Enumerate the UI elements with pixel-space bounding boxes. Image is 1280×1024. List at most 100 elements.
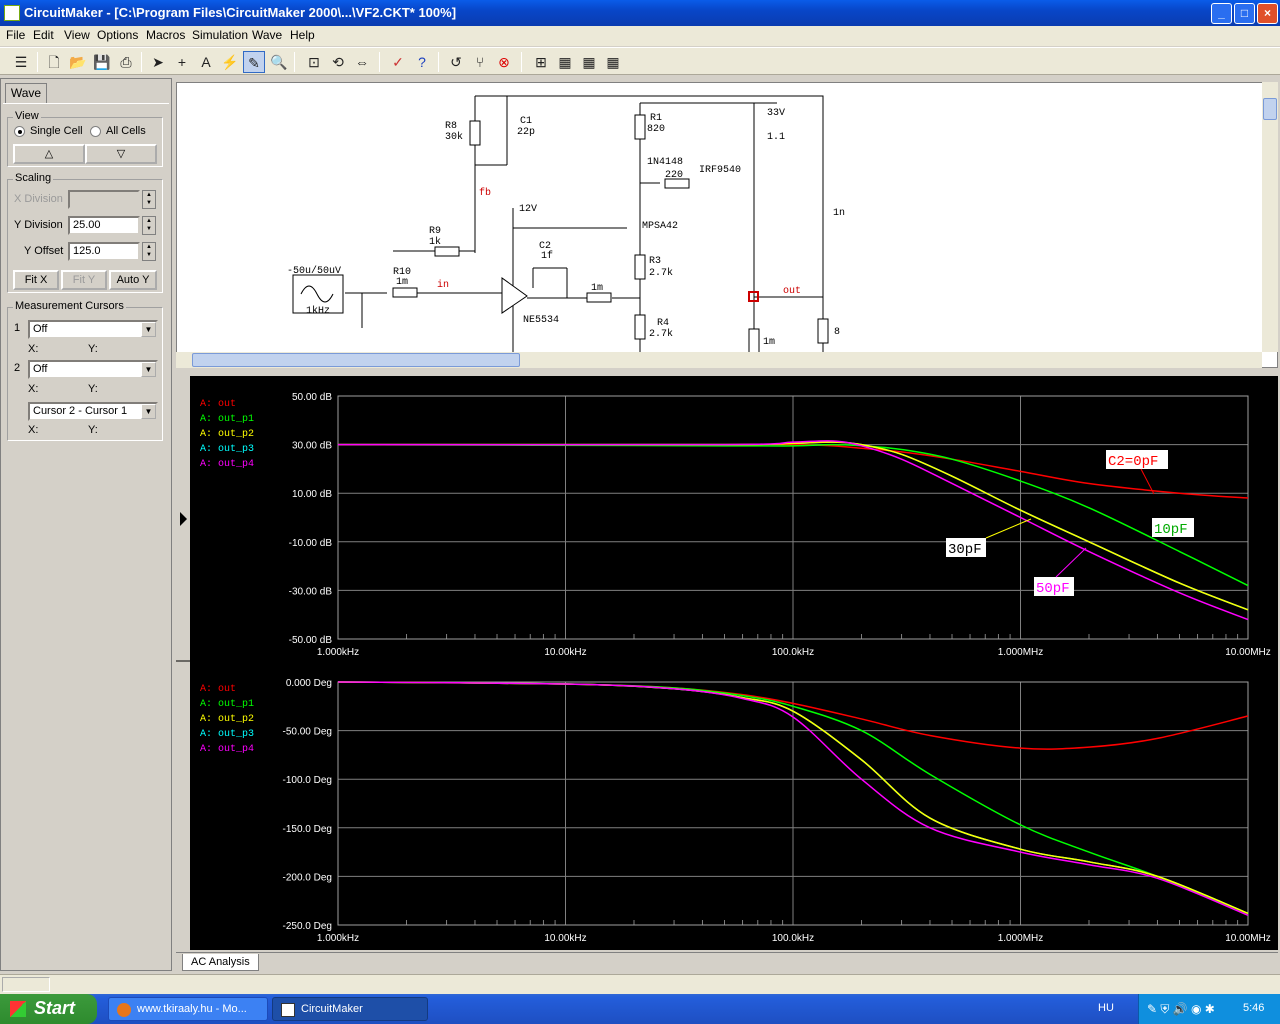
arrow-icon[interactable]: ➤ <box>147 51 169 73</box>
taskbar: Start www.tkiraaly.hu - Mo... CircuitMak… <box>0 994 1280 1024</box>
analysis-icon-2[interactable]: ▦ <box>554 51 576 73</box>
magnitude-y-tick: -30.00 dB <box>289 586 333 597</box>
tab-wave[interactable]: Wave <box>5 83 47 103</box>
menu-view[interactable]: View <box>64 28 90 42</box>
view-group-title: View <box>13 110 41 122</box>
probe-tool-icon[interactable]: ✎ <box>243 51 265 73</box>
menu-macros[interactable]: Macros <box>146 28 185 42</box>
cursor-diff-select[interactable]: Cursor 2 - Cursor 1 ▼ <box>28 402 158 421</box>
cursor2-value: Off <box>33 363 48 375</box>
magnitude-y-tick: -10.00 dB <box>289 538 333 549</box>
help-icon[interactable]: ? <box>411 51 433 73</box>
magnitude-x-tick: 1.000kHz <box>317 647 359 658</box>
task-circuitmaker[interactable]: CircuitMaker <box>272 997 428 1021</box>
label-220: 220 <box>665 170 683 181</box>
cursor1-value: Off <box>33 323 48 335</box>
y-offset-label: Y Offset <box>24 245 64 257</box>
cursor1-y-label: Y: <box>88 343 98 355</box>
toggle-icon[interactable]: ☰ <box>10 51 32 73</box>
all-cells-label: All Cells <box>106 125 146 137</box>
label-1n: 1n <box>833 208 845 219</box>
phase-x-tick: 10.00kHz <box>544 933 586 944</box>
annotation-30pf: 30pF <box>948 542 982 558</box>
check-icon[interactable]: ✓ <box>387 51 409 73</box>
new-icon[interactable]: 🗋 <box>43 51 65 73</box>
plot-splitter[interactable] <box>176 376 190 950</box>
analysis-icon-4[interactable]: ▦ <box>602 51 624 73</box>
tray-icons[interactable]: ✎ ⛨ 🔊 ◉ ✱ <box>1147 1002 1215 1017</box>
save-icon[interactable]: 💾 <box>91 51 113 73</box>
open-icon[interactable]: 📂 <box>67 51 89 73</box>
minimize-button[interactable]: _ <box>1211 3 1232 24</box>
menu-simulation[interactable]: Simulation <box>192 28 248 42</box>
waveform-area[interactable]: 50.00 dB 30.00 dB 10.00 dB -10.00 dB -30.00 … <box>176 376 1278 950</box>
app-icon <box>4 5 20 21</box>
tab-ac-analysis[interactable]: AC Analysis <box>182 954 259 971</box>
task-browser[interactable]: www.tkiraaly.hu - Mo... <box>108 997 268 1021</box>
legend-out: A: out <box>200 399 236 410</box>
view-up-button[interactable]: △ <box>13 144 85 164</box>
y-offset-spinner[interactable]: ▲ ▼ <box>142 242 156 261</box>
stop-icon[interactable]: ⊗ <box>493 51 515 73</box>
zoom-icon[interactable]: 🔍 <box>268 51 290 73</box>
menu-options[interactable]: Options <box>97 28 138 42</box>
menu-bar: File Edit View Options Macros Simulation… <box>0 26 1280 46</box>
waveform-svg: 50.00 dB 30.00 dB 10.00 dB -10.00 dB -30.00 … <box>176 376 1271 950</box>
all-cells-radio[interactable] <box>90 126 101 137</box>
label-r9-val: 1k <box>429 236 441 248</box>
view-down-button[interactable]: ▽ <box>85 144 157 164</box>
x-division-spinner: ▲ ▼ <box>142 190 156 209</box>
start-button[interactable]: Start <box>0 994 97 1024</box>
print-icon[interactable]: ⎙ <box>115 51 137 73</box>
y-offset-field[interactable]: 125.0 <box>68 242 140 261</box>
y-division-field[interactable]: 25.00 <box>68 216 140 235</box>
probe-icon[interactable]: ⚡ <box>219 51 241 73</box>
cursor-diff-y-label: Y: <box>88 424 98 436</box>
schematic-vscroll[interactable] <box>1262 82 1278 352</box>
label-ne5534: NE5534 <box>523 315 559 326</box>
label-source: -50u/50uV <box>287 265 341 277</box>
label-r4: R4 <box>657 318 669 329</box>
annotation-50pf: 50pF <box>1036 581 1070 597</box>
schematic-hscroll[interactable] <box>176 352 1262 368</box>
analysis-icon-1[interactable]: ⊞ <box>530 51 552 73</box>
schematic-canvas[interactable]: R8 30k C1 22p R1 820 1N4148 220 IRF9540 … <box>176 82 1278 368</box>
step-icon[interactable]: ⑂ <box>469 51 491 73</box>
text-icon[interactable]: A <box>195 51 217 73</box>
maximize-button[interactable]: □ <box>1234 3 1255 24</box>
y-division-spinner[interactable]: ▲ ▼ <box>142 216 156 235</box>
cursor-diff-value: Cursor 2 - Cursor 1 <box>33 405 128 417</box>
magnitude-y-tick: 50.00 dB <box>292 392 332 403</box>
auto-y-button[interactable]: Auto Y <box>109 270 157 290</box>
chevron-down-icon: ▼ <box>141 404 156 419</box>
cursor2-select[interactable]: Off ▼ <box>28 360 158 379</box>
reset-icon[interactable]: ↺ <box>445 51 467 73</box>
close-button[interactable]: × <box>1257 3 1278 24</box>
wire-icon[interactable]: + <box>171 51 193 73</box>
menu-wave[interactable]: Wave <box>252 28 282 42</box>
menu-file[interactable]: File <box>6 28 25 42</box>
rotate-icon[interactable]: ⟲ <box>327 51 349 73</box>
hscroll-thumb[interactable] <box>192 353 520 367</box>
menu-help[interactable]: Help <box>290 28 315 42</box>
vscroll-thumb[interactable] <box>1263 98 1277 120</box>
phase-y-tick: -150.0 Deg <box>283 824 332 835</box>
phase-x-tick: 10.00MHz <box>1225 933 1271 944</box>
single-cell-radio[interactable] <box>14 126 25 137</box>
zoom-fit-icon[interactable]: ⊡ <box>303 51 325 73</box>
legend-out-p1: A: out_p1 <box>200 414 254 425</box>
cursor2-number: 2 <box>14 362 21 374</box>
fit-x-button[interactable]: Fit X <box>13 270 59 290</box>
label-1m: 1m <box>591 283 603 294</box>
toolbar: ☰ 🗋 📂 💾 ⎙ ➤ + A ⚡ ✎ 🔍 ⊡ ⟲ ⇔ ✓ ? ↺ ⑂ ⊗ ⊞ … <box>0 47 1280 75</box>
cursor1-select[interactable]: Off ▼ <box>28 320 158 339</box>
language-indicator[interactable]: HU <box>1098 1002 1114 1014</box>
mirror-icon[interactable]: ⇔ <box>351 51 373 73</box>
analysis-icon-3[interactable]: ▦ <box>578 51 600 73</box>
menu-edit[interactable]: Edit <box>33 28 54 42</box>
label-r1: R1 <box>650 113 662 124</box>
legend-out-p4: A: out_p4 <box>200 459 254 470</box>
label-33v: 33V <box>767 108 785 119</box>
label-irf9540: IRF9540 <box>699 165 741 176</box>
magnitude-plot: 50.00 dB 30.00 dB 10.00 dB -10.00 dB -30.00 … <box>289 392 1271 658</box>
